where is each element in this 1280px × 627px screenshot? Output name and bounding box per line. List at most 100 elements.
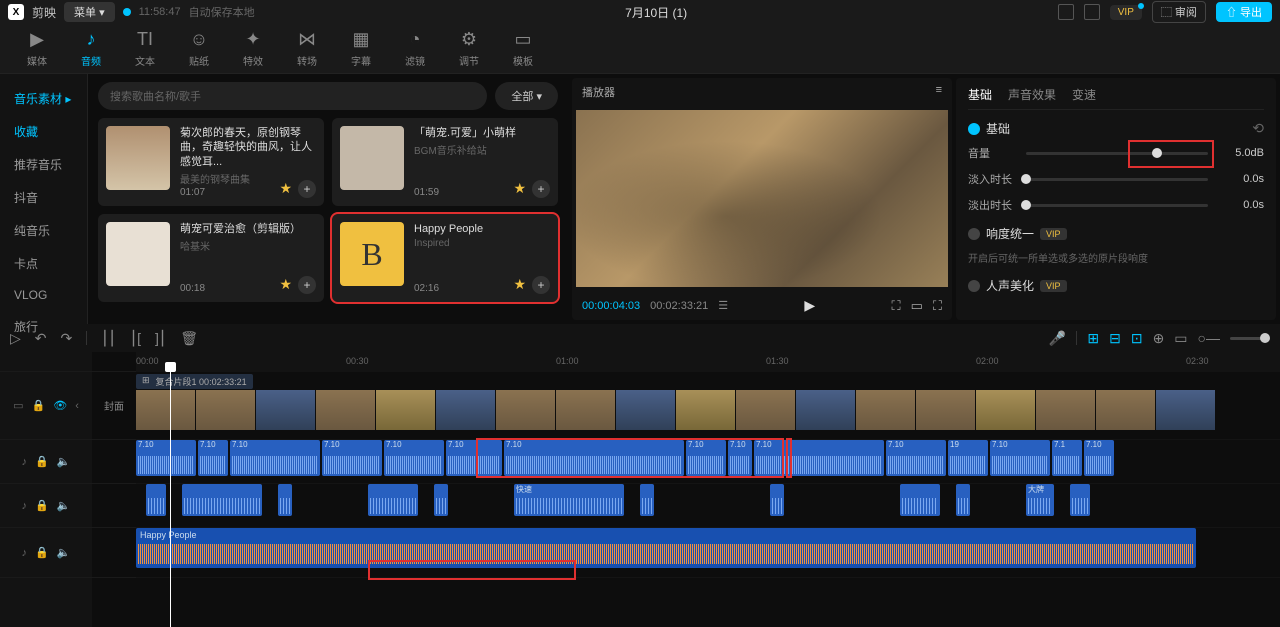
tab-subtitle[interactable]: ▦字幕 (334, 29, 388, 68)
video-clip[interactable] (976, 390, 1035, 430)
add-button[interactable]: + (298, 180, 316, 198)
track-icon[interactable]: ▭ (1174, 330, 1187, 347)
video-clip[interactable] (136, 390, 195, 430)
fadeout-slider[interactable] (1026, 204, 1208, 207)
search-input[interactable]: 搜索歌曲名称/歌手 (98, 82, 487, 110)
filter-all-button[interactable]: 全部 ▾ (495, 82, 558, 110)
video-clip[interactable] (1096, 390, 1155, 430)
crop-icon[interactable]: ⛶ (892, 298, 901, 314)
tab-sticker[interactable]: ☺贴纸 (172, 29, 226, 68)
loudness-toggle[interactable] (968, 228, 980, 240)
music-card-selected[interactable]: B Happy People Inspired 02:16 ★+ (332, 214, 558, 302)
split-tool[interactable]: ⎮⎮ (101, 330, 116, 347)
video-clip[interactable] (616, 390, 675, 430)
audio-clip[interactable]: 7.10 (384, 440, 444, 476)
music-clip[interactable]: Happy People (136, 528, 1196, 568)
video-clip[interactable] (556, 390, 615, 430)
tab-template[interactable]: ▭模板 (496, 29, 550, 68)
nav-favorites[interactable]: 收藏 (0, 115, 87, 148)
marker-clip[interactable] (900, 484, 940, 516)
add-button[interactable]: + (532, 180, 550, 198)
marker-clip[interactable] (956, 484, 970, 516)
volume-value[interactable]: 5.0dB (1218, 147, 1264, 159)
audio-clip[interactable]: 7.10 (198, 440, 228, 476)
layout-icon[interactable] (1058, 4, 1074, 20)
zoom-out-icon[interactable]: ○— (1198, 330, 1220, 346)
link-tool[interactable]: ⊟ (1109, 330, 1121, 347)
delete-tool[interactable]: 🗑 (180, 330, 198, 347)
nav-recommended[interactable]: 推荐音乐 (0, 148, 87, 181)
list-icon[interactable]: ☰ (718, 299, 728, 312)
props-tab-sound-effect[interactable]: 声音效果 (1008, 86, 1056, 103)
audio-track-1[interactable]: 7.10 7.10 7.10 7.10 7.10 7.10 7.10 7.10 … (136, 440, 1280, 484)
playhead[interactable] (170, 368, 171, 627)
vip-badge[interactable]: VIP (1110, 5, 1142, 20)
favorite-icon[interactable]: ★ (279, 276, 292, 294)
timeline-body[interactable]: 00:00 00:30 01:00 01:30 02:00 02:30 ⊞复合片… (136, 352, 1280, 627)
export-button[interactable]: ⇧ 导出 (1216, 2, 1272, 22)
preview-tool[interactable]: ⊡ (1131, 330, 1143, 347)
marker-clip[interactable] (1070, 484, 1090, 516)
favorite-icon[interactable]: ★ (513, 180, 526, 198)
video-clip[interactable] (856, 390, 915, 430)
props-tab-basic[interactable]: 基础 (968, 86, 992, 103)
snap-tool[interactable]: ⊞ (1087, 330, 1099, 347)
audio-clip[interactable]: 7.1 (1052, 440, 1082, 476)
video-viewport[interactable] (576, 110, 948, 287)
nav-pure-music[interactable]: 纯音乐 (0, 214, 87, 247)
add-button[interactable]: + (532, 276, 550, 294)
marker-clip[interactable] (770, 484, 784, 516)
zoom-slider[interactable] (1230, 337, 1270, 340)
video-clip[interactable] (916, 390, 975, 430)
music-card[interactable]: 「萌宠.可爱」小萌样 BGM音乐补给站 01:59 ★+ (332, 118, 558, 206)
fadein-slider[interactable] (1026, 178, 1208, 181)
video-clip[interactable] (316, 390, 375, 430)
fadeout-value[interactable]: 0.0s (1218, 199, 1264, 211)
project-title[interactable]: 7月10日 (1) (263, 4, 1050, 21)
music-card[interactable]: 萌宠可爱治愈（剪辑版） 哈基米 00:18 ★+ (98, 214, 324, 302)
video-clip[interactable] (1036, 390, 1095, 430)
fullscreen-icon[interactable]: ⛶ (933, 298, 942, 314)
review-button[interactable]: ⬚ 审阅 (1152, 1, 1206, 23)
video-clip[interactable] (1156, 390, 1215, 430)
video-clip[interactable] (496, 390, 555, 430)
fadein-value[interactable]: 0.0s (1218, 173, 1264, 185)
marker-clip[interactable]: 大牌 (1026, 484, 1054, 516)
play-button[interactable]: ▶ (804, 297, 815, 314)
nav-douyin[interactable]: 抖音 (0, 181, 87, 214)
audio-clip[interactable]: 7.10 (886, 440, 946, 476)
split-left-tool[interactable]: ⎮[ (130, 330, 141, 347)
marker-clip[interactable] (146, 484, 166, 516)
pointer-tool[interactable]: ▷ (10, 330, 21, 347)
audio-clip[interactable]: 7.10 (136, 440, 196, 476)
tab-media[interactable]: ▶媒体 (10, 29, 64, 68)
time-ruler[interactable]: 00:00 00:30 01:00 01:30 02:00 02:30 (136, 352, 1280, 372)
video-track-head[interactable]: ▭🔒👁‹ (0, 372, 92, 440)
undo-button[interactable]: ↶ (35, 330, 47, 347)
video-track[interactable]: ⊞复合片段1 00:02:33:21 (136, 372, 1280, 440)
marker-clip[interactable] (434, 484, 448, 516)
audio-clip[interactable]: 7.10 (230, 440, 320, 476)
tab-filter[interactable]: ◔滤镜 (388, 29, 442, 68)
voice-toggle[interactable] (968, 280, 980, 292)
marker-clip[interactable] (640, 484, 654, 516)
video-clip[interactable] (436, 390, 495, 430)
audio-clip[interactable]: 19 (948, 440, 988, 476)
tab-text[interactable]: TI文本 (118, 29, 172, 68)
nav-vlog[interactable]: VLOG (0, 280, 87, 310)
audio-track-2[interactable]: 快速 大牌 (136, 484, 1280, 528)
menu-button[interactable]: 菜单 ▾ (64, 2, 115, 22)
video-clip[interactable] (256, 390, 315, 430)
nav-music-library[interactable]: 音乐素材 ▸ (0, 82, 87, 115)
player-menu-icon[interactable]: ≡ (936, 84, 942, 100)
basic-toggle[interactable] (968, 123, 980, 135)
audio2-track-head[interactable]: ♪🔒🔈 (0, 484, 92, 528)
music-card[interactable]: 菊次郎的春天，原创钢琴曲，奇趣轻快的曲风，让人感觉耳... 最美的钢琴曲集 01… (98, 118, 324, 206)
music-track[interactable]: Happy People (136, 528, 1280, 578)
redo-button[interactable]: ↷ (61, 330, 73, 347)
panel-icon[interactable] (1084, 4, 1100, 20)
tab-transition[interactable]: ⋈转场 (280, 29, 334, 68)
tab-audio[interactable]: ♪音频 (64, 29, 118, 68)
video-clip[interactable] (196, 390, 255, 430)
video-clip[interactable] (796, 390, 855, 430)
